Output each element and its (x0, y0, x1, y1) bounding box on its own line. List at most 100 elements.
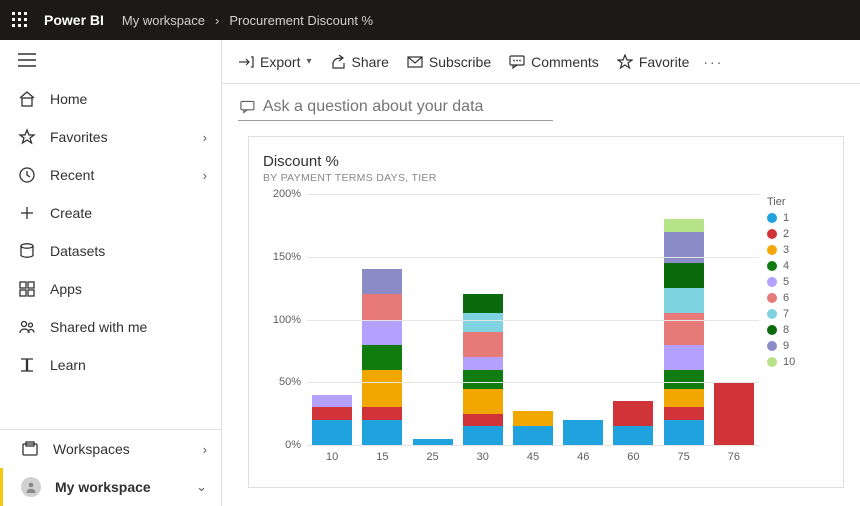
legend-item-tier-6[interactable]: 6 (767, 292, 829, 304)
bar-segment-tier-8 (664, 263, 704, 288)
chevron-right-icon: › (203, 168, 207, 183)
sidebar-item-label: Home (50, 91, 207, 107)
x-tick-label: 25 (426, 451, 438, 463)
sidebar-item-favorites[interactable]: Favorites› (0, 118, 221, 156)
star-icon (617, 54, 633, 70)
bar-segment-tier-1 (312, 420, 352, 445)
sidebar-item-label: Recent (50, 167, 189, 183)
bar-30[interactable]: 30 (463, 294, 503, 445)
waffle-icon (12, 12, 28, 28)
app-launcher-button[interactable] (8, 8, 32, 32)
x-tick-label: 60 (627, 451, 639, 463)
comments-button[interactable]: Comments (509, 54, 599, 70)
legend-item-tier-10[interactable]: 10 (767, 356, 829, 368)
gridline (307, 445, 759, 446)
sidebar-item-workspaces[interactable]: Workspaces › (0, 430, 221, 468)
favorite-label: Favorite (639, 54, 690, 70)
book-icon (18, 356, 36, 374)
bar-75[interactable]: 75 (664, 219, 704, 445)
bar-45[interactable]: 45 (513, 411, 553, 445)
chevron-down-icon: ⌄ (196, 479, 207, 495)
sidebar-item-apps[interactable]: Apps (0, 270, 221, 308)
shared-icon (18, 318, 36, 336)
chart-y-axis: 0%50%100%150%200% (263, 194, 307, 469)
bar-segment-tier-6 (664, 313, 704, 344)
sidebar-item-datasets[interactable]: Datasets (0, 232, 221, 270)
chart-title: Discount % (263, 153, 829, 170)
legend-label: 2 (783, 228, 789, 240)
legend-swatch (767, 245, 777, 255)
x-tick-label: 76 (728, 451, 740, 463)
x-tick-label: 10 (326, 451, 338, 463)
legend-item-tier-5[interactable]: 5 (767, 276, 829, 288)
qna-input[interactable] (238, 94, 553, 121)
bar-segment-tier-9 (664, 232, 704, 263)
export-button[interactable]: Export ▾ (238, 54, 312, 70)
bar-76[interactable]: 76 (714, 382, 754, 445)
breadcrumb-item[interactable]: My workspace (122, 13, 205, 28)
legend-label: 10 (783, 356, 795, 368)
star-icon (18, 128, 36, 146)
qna-text-field[interactable] (263, 98, 551, 116)
bar-10[interactable]: 10 (312, 395, 352, 445)
bar-segment-tier-1 (463, 426, 503, 445)
sidebar-item-my-workspace[interactable]: My workspace⌄ (0, 468, 221, 506)
legend-item-tier-9[interactable]: 9 (767, 340, 829, 352)
chart-subtitle: BY PAYMENT TERMS DAYS, TIER (263, 172, 829, 184)
legend-item-tier-7[interactable]: 7 (767, 308, 829, 320)
sidebar-item-label: Apps (50, 281, 207, 297)
legend-item-tier-8[interactable]: 8 (767, 324, 829, 336)
more-button[interactable]: ··· (703, 54, 723, 70)
sidebar-item-label: Workspaces (53, 441, 189, 457)
share-button[interactable]: Share (330, 54, 389, 70)
sidebar-item-recent[interactable]: Recent › (0, 156, 221, 194)
legend-item-tier-2[interactable]: 2 (767, 228, 829, 240)
export-icon (238, 54, 254, 70)
sidebar-item-learn[interactable]: Learn (0, 346, 221, 384)
bar-segment-tier-2 (714, 382, 754, 445)
y-tick-label: 150% (273, 251, 301, 263)
chart-plot-area: 101525304546607576 (307, 194, 759, 469)
legend-label: 6 (783, 292, 789, 304)
legend-item-tier-4[interactable]: 4 (767, 260, 829, 272)
chevron-right-icon: › (215, 13, 219, 28)
breadcrumb-item[interactable]: Procurement Discount % (229, 13, 373, 28)
share-icon (330, 54, 346, 70)
hamburger-button[interactable] (18, 51, 36, 69)
subscribe-button[interactable]: Subscribe (407, 54, 491, 70)
sidebar-item-label: Learn (50, 357, 207, 373)
subscribe-label: Subscribe (429, 54, 491, 70)
legend-swatch (767, 341, 777, 351)
bar-segment-tier-9 (362, 269, 402, 294)
legend-swatch (767, 213, 777, 223)
sidebar-item-create[interactable]: Create (0, 194, 221, 232)
workspaces-icon (21, 440, 39, 458)
sidebar: Home Favorites› Recent › CreateDatasets Apps S… (0, 40, 222, 506)
bar-segment-tier-3 (513, 411, 553, 426)
mail-icon (407, 56, 423, 68)
bar-segment-tier-8 (463, 294, 503, 313)
legend-item-tier-1[interactable]: 1 (767, 212, 829, 224)
bar-segment-tier-1 (664, 420, 704, 445)
bar-46[interactable]: 46 (563, 420, 603, 445)
legend-label: 8 (783, 324, 789, 336)
bar-segment-tier-5 (664, 345, 704, 370)
bar-segment-tier-2 (312, 407, 352, 420)
gridline (307, 194, 759, 195)
chart-card[interactable]: Discount % BY PAYMENT TERMS DAYS, TIER 0… (248, 136, 844, 488)
chevron-right-icon: › (203, 442, 207, 457)
avatar-icon (21, 477, 41, 497)
x-tick-label: 15 (376, 451, 388, 463)
sidebar-item-shared-with-me[interactable]: Shared with me (0, 308, 221, 346)
bar-15[interactable]: 15 (362, 269, 402, 445)
legend-item-tier-3[interactable]: 3 (767, 244, 829, 256)
legend-swatch (767, 293, 777, 303)
legend-swatch (767, 325, 777, 335)
favorite-button[interactable]: Favorite (617, 54, 690, 70)
bar-segment-tier-4 (664, 370, 704, 389)
bar-60[interactable]: 60 (613, 401, 653, 445)
bar-segment-tier-5 (362, 320, 402, 345)
sidebar-item-home[interactable]: Home (0, 80, 221, 118)
gridline (307, 320, 759, 321)
breadcrumb: My workspace › Procurement Discount % (122, 13, 373, 28)
